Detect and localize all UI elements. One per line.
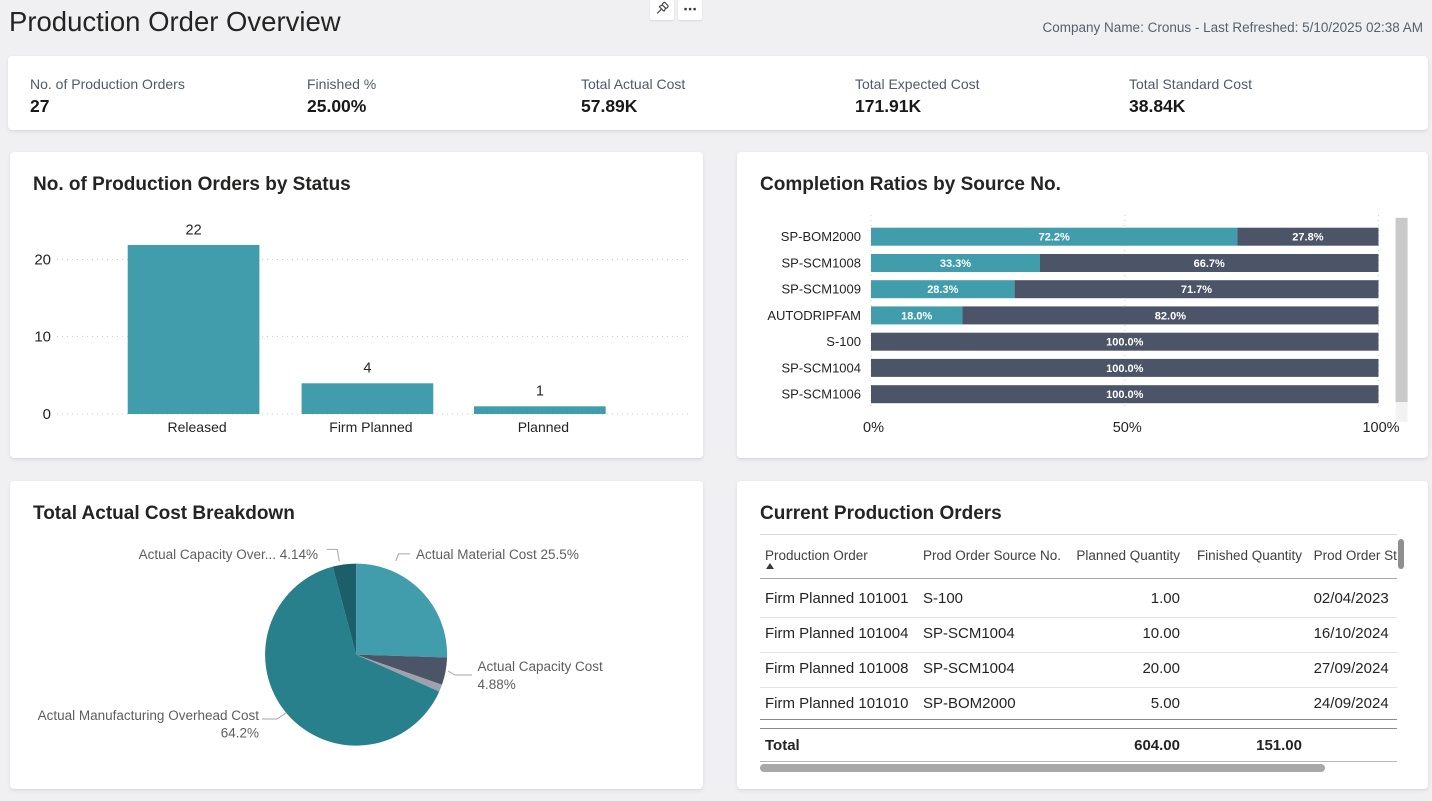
svg-text:SP-SCM1006: SP-SCM1006 — [782, 387, 861, 402]
svg-text:18.0%: 18.0% — [901, 310, 932, 322]
svg-text:SP-SCM1008: SP-SCM1008 — [782, 256, 861, 271]
svg-text:33.3%: 33.3% — [940, 258, 971, 270]
svg-text:0%: 0% — [863, 420, 884, 436]
svg-text:100.0%: 100.0% — [1106, 363, 1144, 375]
svg-text:72.2%: 72.2% — [1039, 232, 1070, 244]
svg-text:Planned: Planned — [518, 419, 569, 435]
svg-text:Released: Released — [168, 419, 227, 435]
svg-text:10: 10 — [34, 328, 51, 345]
svg-text:S-100: S-100 — [826, 334, 861, 349]
svg-text:SP-BOM2000: SP-BOM2000 — [781, 229, 861, 244]
svg-text:50%: 50% — [1113, 420, 1142, 436]
svg-text:100.0%: 100.0% — [1106, 337, 1144, 349]
svg-text:1: 1 — [536, 384, 544, 400]
svg-text:28.3%: 28.3% — [927, 284, 958, 296]
svg-text:Actual Capacity Cost: Actual Capacity Cost — [478, 659, 604, 674]
svg-text:Firm Planned: Firm Planned — [329, 419, 412, 435]
svg-text:64.2%: 64.2% — [221, 726, 259, 741]
svg-text:0: 0 — [43, 406, 51, 423]
svg-text:100.0%: 100.0% — [1106, 389, 1144, 401]
svg-text:22: 22 — [186, 223, 202, 239]
svg-text:4: 4 — [363, 361, 371, 377]
svg-text:AUTODRIPFAM: AUTODRIPFAM — [767, 308, 861, 323]
svg-text:Actual Capacity Over... 4.14%: Actual Capacity Over... 4.14% — [139, 547, 318, 562]
svg-text:82.0%: 82.0% — [1155, 310, 1186, 322]
svg-text:100%: 100% — [1362, 420, 1399, 436]
svg-text:Actual Material Cost 25.5%: Actual Material Cost 25.5% — [416, 547, 579, 562]
svg-text:71.7%: 71.7% — [1181, 284, 1212, 296]
svg-text:4.88%: 4.88% — [478, 677, 516, 692]
svg-text:20: 20 — [34, 251, 51, 268]
svg-text:27.8%: 27.8% — [1292, 232, 1323, 244]
svg-text:SP-SCM1009: SP-SCM1009 — [782, 282, 861, 297]
svg-text:SP-SCM1004: SP-SCM1004 — [782, 360, 861, 375]
svg-text:66.7%: 66.7% — [1194, 258, 1225, 270]
svg-text:Actual Manufacturing Overhead: Actual Manufacturing Overhead Cost — [38, 708, 260, 723]
